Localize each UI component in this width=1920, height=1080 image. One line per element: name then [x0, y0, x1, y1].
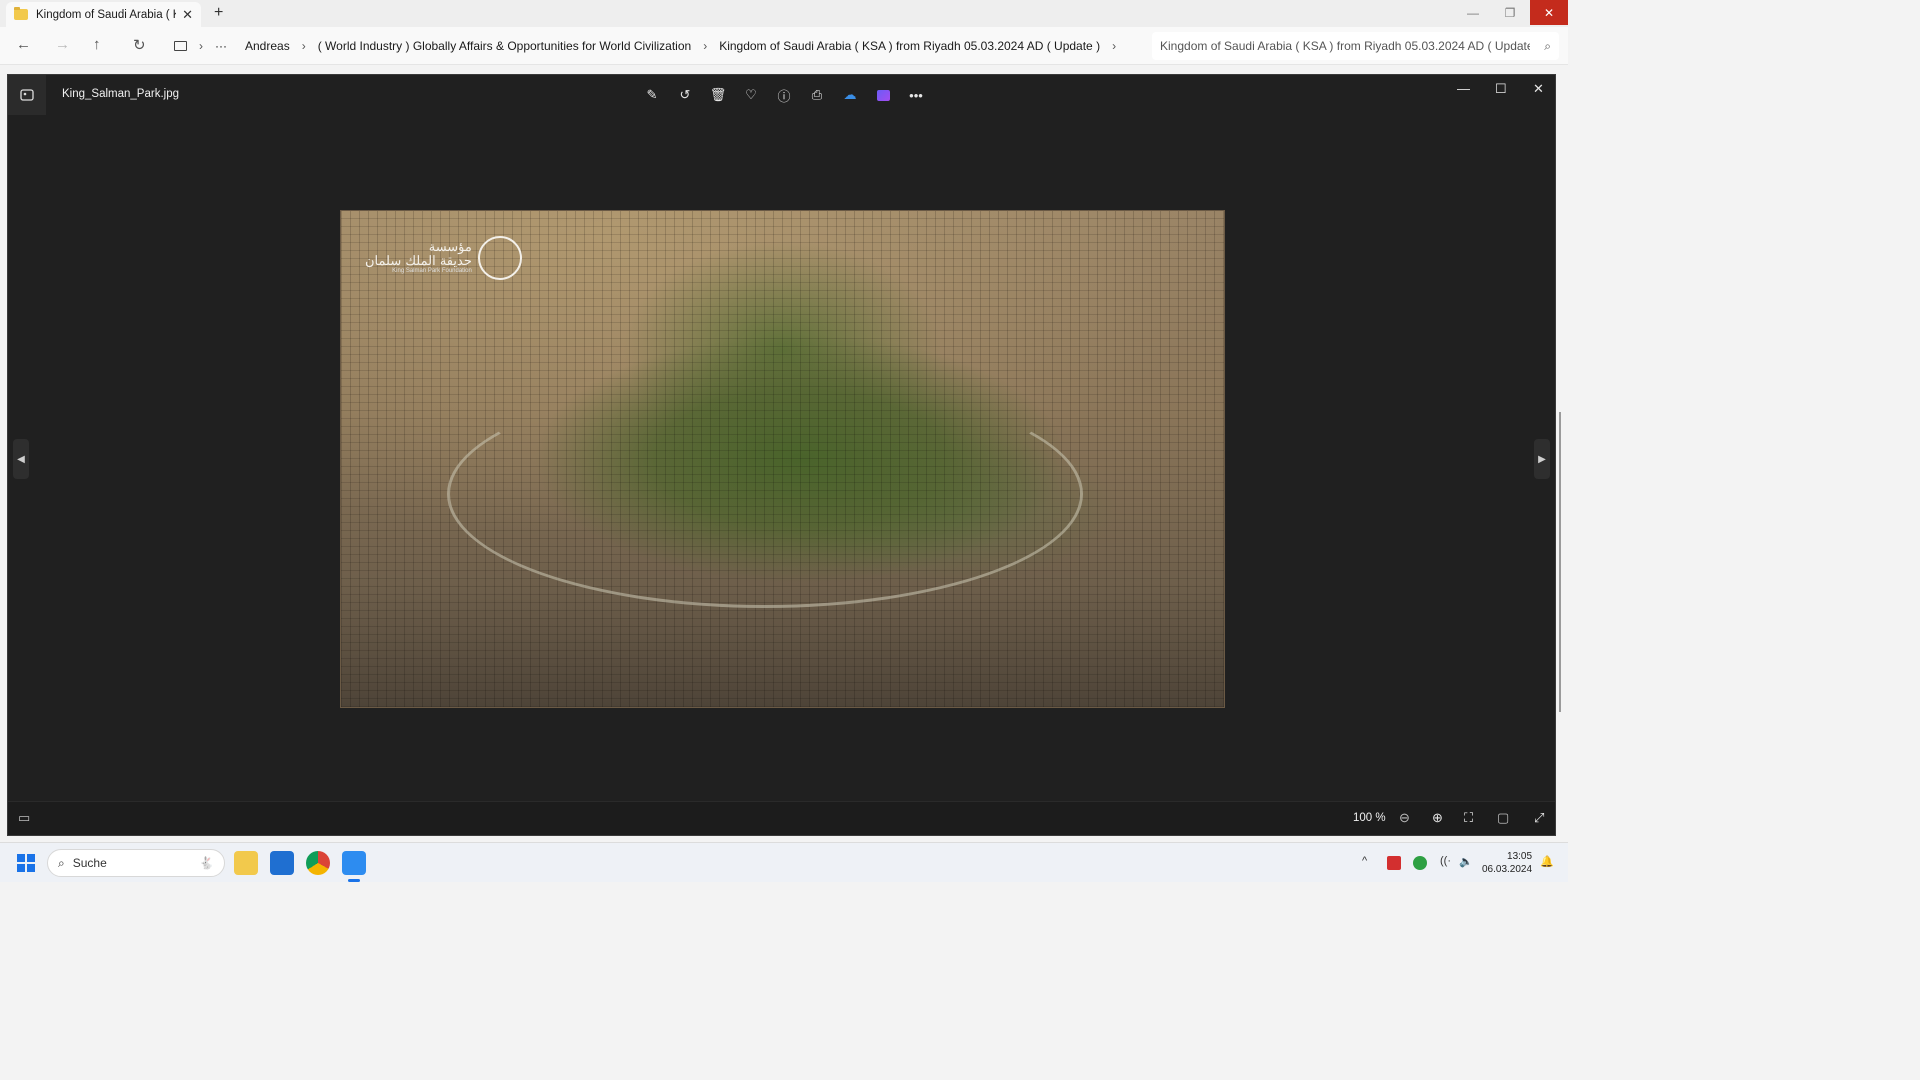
edit-icon[interactable]: ✎ — [642, 85, 662, 105]
next-image-button[interactable]: ▶ — [1534, 439, 1550, 479]
zoom-level: 100 % — [1353, 812, 1386, 824]
taskbar-search[interactable]: ⌕ Suche 🐇 — [47, 849, 225, 877]
scrollbar[interactable] — [1559, 412, 1561, 712]
wifi-icon[interactable]: ((· — [1440, 855, 1451, 867]
chevron-up-icon[interactable]: ^ — [1362, 855, 1367, 867]
clipchamp-icon[interactable] — [873, 85, 893, 105]
store-app-icon[interactable] — [270, 851, 294, 875]
restore-button[interactable]: ❐ — [1491, 0, 1529, 25]
previous-image-button[interactable]: ◀ — [13, 439, 29, 479]
chevron-right-icon: › — [1112, 39, 1117, 53]
chrome-app-icon[interactable] — [306, 851, 330, 875]
windows-start-icon[interactable] — [17, 854, 35, 872]
address-bar: ← → ↑ ↻ › ··· Andreas › ( World Industry… — [0, 27, 1568, 65]
viewer-footer: ▭ 100 % ⊖ ⊕ ⛶ ▢ ⤢ — [8, 801, 1555, 835]
security-tray-icon[interactable] — [1413, 856, 1427, 870]
photo-viewer-window: King_Salman_Park.jpg ✎ ↺ 🗑 ♡ ⓘ ⎙ ☁ ••• —… — [7, 74, 1556, 836]
taskbar: ⌕ Suche 🐇 ^ ((· 🔈 13:05 06.03.2024 🔔 — [0, 842, 1568, 882]
breadcrumb-item[interactable]: Kingdom of Saudi Arabia ( KSA ) from Riy… — [719, 39, 1100, 53]
aerial-photo-king-salman-park: مؤسسة حديقة الملك سلمان King Salman Park… — [340, 210, 1225, 708]
breadcrumb-item[interactable]: Andreas — [245, 39, 290, 53]
notification-bell-icon[interactable]: 🔔 — [1540, 855, 1554, 868]
breadcrumb-item[interactable]: ( World Industry ) Globally Affairs & Op… — [318, 39, 691, 53]
viewer-maximize-button[interactable]: ☐ — [1495, 81, 1507, 97]
breadcrumb: › ··· Andreas › ( World Industry ) Globa… — [166, 32, 1144, 60]
tab-explorer[interactable]: Kingdom of Saudi Arabia ( KSA ✕ — [6, 2, 201, 27]
viewer-close-button[interactable]: ✕ — [1533, 81, 1544, 97]
delete-icon[interactable]: 🗑 — [708, 85, 728, 105]
close-tab-icon[interactable]: ✕ — [182, 7, 193, 23]
fullscreen-icon[interactable]: ⤢ — [1534, 810, 1544, 826]
monitor-icon[interactable] — [174, 41, 187, 51]
search-highlight-icon: 🐇 — [199, 856, 214, 870]
forward-icon[interactable]: → — [55, 36, 70, 53]
clock[interactable]: 13:05 06.03.2024 — [1482, 850, 1532, 876]
up-icon[interactable]: ↑ — [93, 36, 101, 53]
back-icon[interactable]: ← — [16, 36, 31, 53]
search-text: Kingdom of Saudi Arabia ( KSA ) from Riy… — [1160, 39, 1531, 53]
viewer-toolbar: ✎ ↺ 🗑 ♡ ⓘ ⎙ ☁ ••• — [642, 85, 926, 105]
new-tab-button[interactable]: + — [214, 4, 223, 22]
tab-title: Kingdom of Saudi Arabia ( KSA — [36, 8, 176, 21]
breadcrumb-more[interactable]: ··· — [215, 39, 227, 53]
photos-app-icon — [8, 75, 46, 115]
chevron-right-icon: › — [301, 39, 306, 53]
more-icon[interactable]: ••• — [906, 85, 926, 105]
favorite-icon[interactable]: ♡ — [741, 85, 761, 105]
explorer-tabbar: Kingdom of Saudi Arabia ( KSA ✕ + — ❐ ✕ — [0, 0, 1568, 27]
chevron-right-icon: › — [199, 39, 203, 53]
viewer-titlebar: King_Salman_Park.jpg ✎ ↺ 🗑 ♡ ⓘ ⎙ ☁ ••• —… — [8, 75, 1555, 115]
clock-time: 13:05 — [1507, 851, 1533, 862]
search-input[interactable]: Kingdom of Saudi Arabia ( KSA ) from Riy… — [1152, 32, 1559, 60]
king-salman-park-logo: مؤسسة حديقة الملك سلمان King Salman Park… — [365, 236, 522, 280]
minimize-button[interactable]: — — [1454, 0, 1492, 25]
info-icon[interactable]: ⓘ — [774, 85, 794, 105]
logo-emblem-icon — [477, 236, 522, 280]
actual-size-icon[interactable]: ▢ — [1497, 810, 1509, 826]
file-name: King_Salman_Park.jpg — [62, 88, 179, 100]
chevron-right-icon: › — [703, 39, 708, 53]
search-icon: ⌕ — [58, 855, 65, 870]
onedrive-icon[interactable]: ☁ — [840, 85, 860, 105]
clock-date: 06.03.2024 — [1482, 864, 1533, 875]
filmstrip-icon[interactable]: ▭ — [18, 810, 30, 826]
rotate-icon[interactable]: ↺ — [675, 85, 695, 105]
print-icon[interactable]: ⎙ — [807, 85, 827, 105]
viewer-minimize-button[interactable]: — — [1457, 81, 1470, 96]
search-icon[interactable]: ⌕ — [1544, 39, 1551, 54]
fit-to-window-icon[interactable]: ⛶ — [1464, 810, 1473, 826]
taskbar-search-text: Suche — [72, 856, 107, 870]
file-explorer-app-icon[interactable] — [234, 851, 258, 875]
refresh-icon[interactable]: ↻ — [133, 36, 146, 54]
photos-app-icon[interactable] — [342, 851, 366, 882]
zoom-out-icon[interactable]: ⊖ — [1399, 810, 1410, 826]
zoom-in-icon[interactable]: ⊕ — [1432, 810, 1443, 826]
volume-icon[interactable]: 🔈 — [1459, 855, 1473, 868]
pdf-app-tray-icon[interactable] — [1387, 856, 1401, 870]
folder-icon — [14, 7, 28, 20]
close-window-button[interactable]: ✕ — [1530, 0, 1568, 25]
